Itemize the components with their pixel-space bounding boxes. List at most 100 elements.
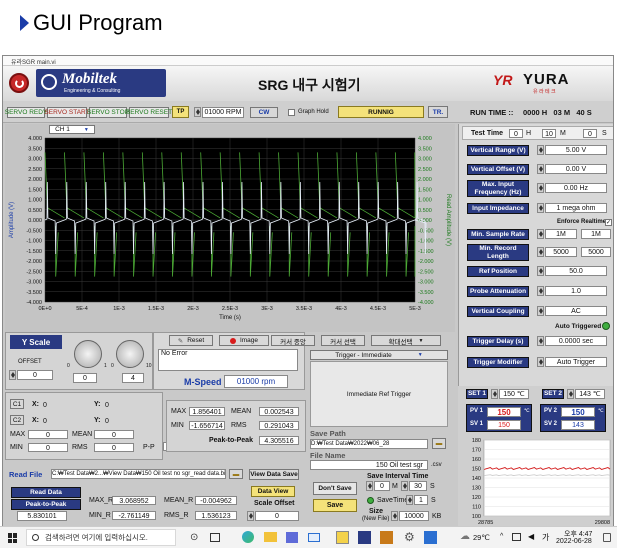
read-file-path[interactable]: C:₩Test Data₩2...₩View Data₩150 Oil test… [51, 469, 226, 479]
folder-icon[interactable]: ▬ [229, 469, 243, 479]
vrange-spinner[interactable] [537, 145, 544, 155]
save-path-field[interactable]: D:₩Test Data₩2022₩06_28 [310, 439, 428, 449]
trig-mod-field[interactable]: Auto Trigger [545, 357, 607, 367]
refpos-spinner[interactable] [537, 266, 544, 276]
impedance-field[interactable]: 1 mega ohm [545, 203, 607, 213]
trig-mod-spinner[interactable] [537, 357, 544, 367]
cursor-select-button[interactable]: 커서 선택 [321, 335, 365, 346]
savetime-spinner[interactable] [406, 495, 413, 505]
set1-spinner[interactable] [491, 389, 498, 399]
servo-reset-button[interactable]: SERVO RESET [126, 107, 172, 118]
mail-icon[interactable] [308, 533, 320, 542]
servo-stop-button[interactable]: SERVO STOP [87, 107, 129, 118]
maxfreq-spinner[interactable] [537, 183, 544, 193]
file-name-field[interactable]: 150 Oil test sgr [310, 460, 428, 470]
knob1-field[interactable]: 0 [73, 373, 97, 383]
probe-field[interactable]: 1.0 [545, 286, 607, 296]
app-icon-2[interactable] [380, 531, 393, 544]
test-time-s-field[interactable]: 0 [583, 129, 597, 138]
interval-s-field[interactable]: 30 [409, 481, 427, 491]
cursor-2-button[interactable]: C2 [10, 415, 24, 425]
interval-s-spinner[interactable] [401, 481, 408, 491]
taskbar-search[interactable]: 검색하려면 여기에 입력하십시오. [26, 529, 176, 546]
probe-spinner[interactable] [537, 286, 544, 296]
task-view-icon[interactable]: ⊙ [190, 532, 198, 543]
save-path-label: Save Path [310, 429, 346, 438]
settings-gear-icon[interactable]: ⚙ [404, 530, 415, 544]
network-icon[interactable] [512, 533, 521, 541]
record-field-1[interactable]: 5000 [545, 247, 577, 257]
range-knob[interactable] [116, 340, 144, 368]
size-field[interactable]: 10000 [399, 511, 429, 521]
app-icon-1[interactable] [358, 531, 371, 544]
knob2-field[interactable]: 4 [122, 373, 144, 383]
enforce-checkbox[interactable]: ✓ [605, 219, 612, 226]
window-title: 유라SGR main.vi [11, 60, 56, 66]
trend-y-tick-label: 150 [472, 467, 481, 473]
tray-chevron-icon[interactable]: ^ [500, 533, 503, 540]
maxfreq-field[interactable]: 0.00 Hz [545, 183, 607, 193]
trigger-select[interactable]: Trigger - Immediate ▼ [310, 350, 448, 360]
direction-select[interactable]: CW [250, 107, 278, 118]
test-time-m-field[interactable]: 10 [542, 129, 556, 138]
temperature-trend-chart[interactable]: 18017016015014013012011010028785 29808 [458, 436, 614, 528]
trig-delay-field[interactable]: 0.0000 sec [545, 336, 607, 346]
channel-select[interactable]: CH 1 ▼ [49, 125, 95, 134]
impedance-spinner[interactable] [537, 203, 544, 213]
voffset-spinner[interactable] [537, 164, 544, 174]
data-view-button[interactable]: Data View [251, 486, 295, 497]
windows-start-icon[interactable] [8, 533, 18, 543]
rpm-field[interactable]: 01000 RPM [202, 107, 244, 118]
tr-button[interactable]: TR. [428, 106, 448, 118]
app-icon-3[interactable] [424, 531, 437, 544]
voffset-field[interactable]: 0.00 V [545, 164, 607, 174]
servo-ready-button[interactable]: SERVO REDY [5, 107, 47, 118]
edge-icon[interactable] [242, 531, 254, 543]
folder-icon[interactable]: ▬ [432, 438, 446, 449]
offset-knob[interactable] [74, 340, 102, 368]
widgets-icon[interactable] [210, 533, 220, 542]
trig-delay-spinner[interactable] [537, 336, 544, 346]
test-time-h-field[interactable]: 0 [509, 129, 523, 138]
save-button[interactable]: Save [313, 499, 357, 512]
size-spinner[interactable] [391, 511, 398, 521]
set2-spinner[interactable] [567, 389, 574, 399]
file-explorer-icon[interactable] [264, 532, 277, 542]
reset-button[interactable]: ✎ Reset [169, 335, 213, 346]
dont-save-button[interactable]: Don't Save [313, 482, 357, 495]
rpm-spinner[interactable] [194, 107, 201, 117]
image-button[interactable]: Image [219, 335, 269, 346]
labview-icon[interactable] [336, 531, 349, 544]
cursor-1-button[interactable]: C1 [10, 399, 24, 409]
tp-button[interactable]: TP [172, 106, 189, 118]
ime-icon[interactable]: 가 [542, 532, 549, 543]
set1-field[interactable]: 150 ℃ [499, 389, 529, 399]
window-titlebar[interactable]: 유라SGR main.vi [3, 56, 613, 66]
cursor-center-button[interactable]: 커서 중앙 [271, 335, 315, 346]
servo-start-button[interactable]: SERVO START [44, 107, 90, 118]
refpos-field[interactable]: 50.0 [545, 266, 607, 276]
offset-field[interactable]: 0 [17, 370, 53, 380]
waveform-chart[interactable]: 4.000 4.000 3.500 3.500 3.000 3.000 2.500 2.500… [5, 134, 455, 332]
offset-spinner[interactable] [9, 370, 16, 380]
graph-hold-checkbox[interactable] [288, 109, 295, 116]
view-data-save-button[interactable]: View Data Save [249, 469, 299, 480]
savetime-field[interactable]: 1 [414, 495, 428, 505]
notification-icon[interactable] [603, 533, 611, 542]
stop-button[interactable] [9, 73, 29, 93]
coupling-field[interactable]: AC [545, 306, 607, 316]
volume-icon[interactable]: ◀ [528, 532, 534, 541]
set2-field[interactable]: 143 ℃ [575, 389, 605, 399]
scale-offset-field[interactable]: 0 [255, 511, 299, 521]
interval-m-field[interactable]: 0 [374, 481, 390, 491]
store-icon[interactable] [286, 532, 298, 543]
sample-field-1[interactable]: 1M [545, 229, 577, 239]
interval-m-spinner[interactable] [366, 481, 373, 491]
scale-offset-spinner[interactable] [247, 511, 254, 521]
sample-spinner[interactable] [537, 229, 544, 239]
read-data-button[interactable]: Read Data [11, 487, 81, 498]
vrange-field[interactable]: 5.00 V [545, 145, 607, 155]
zoom-select-button[interactable]: 확대선택 ▼ [371, 335, 441, 346]
record-spinner[interactable] [537, 247, 544, 257]
coupling-spinner[interactable] [537, 306, 544, 316]
